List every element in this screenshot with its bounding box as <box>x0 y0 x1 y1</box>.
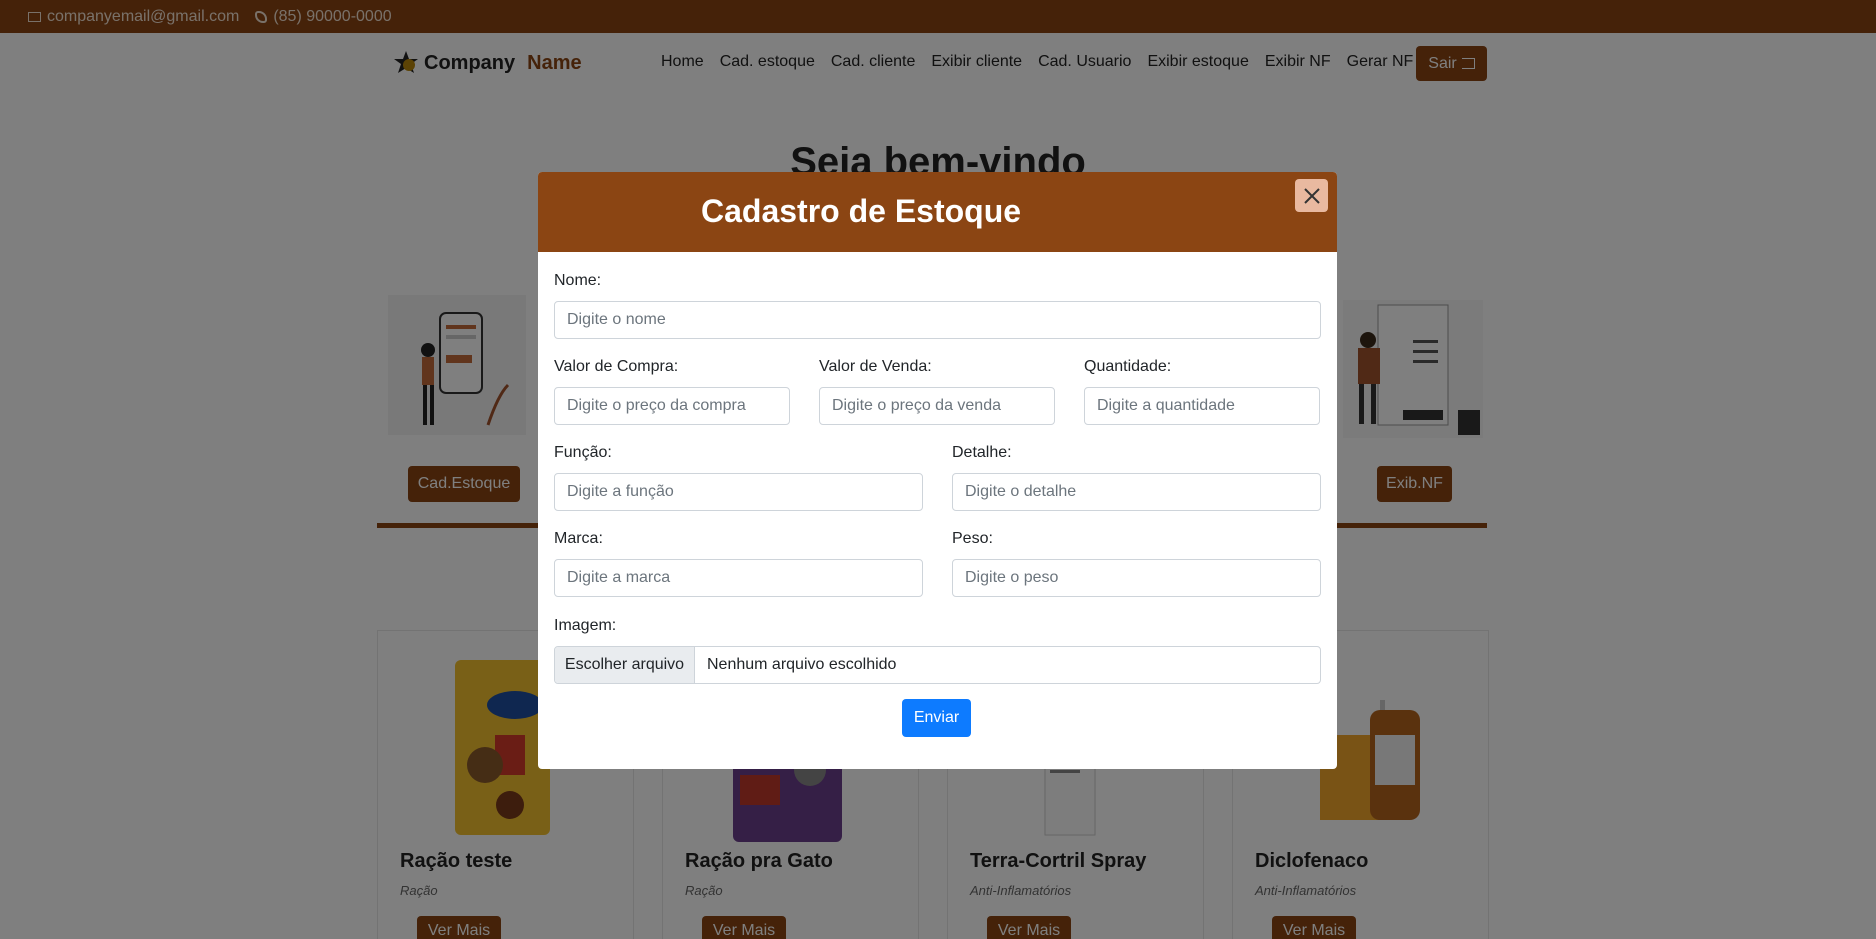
funcao-label: Função: <box>554 444 612 461</box>
close-icon <box>1303 187 1320 204</box>
quantidade-input[interactable] <box>1084 387 1320 425</box>
valor-venda-input[interactable] <box>819 387 1055 425</box>
detalhe-input[interactable] <box>952 473 1321 511</box>
peso-label: Peso: <box>952 530 993 547</box>
marca-input[interactable] <box>554 559 923 597</box>
peso-input[interactable] <box>952 559 1321 597</box>
close-button[interactable] <box>1295 179 1328 212</box>
marca-label: Marca: <box>554 530 603 547</box>
imagem-file-input[interactable]: Escolher arquivo Nenhum arquivo escolhid… <box>554 646 1321 684</box>
enviar-button[interactable]: Enviar <box>902 699 971 737</box>
imagem-label: Imagem: <box>554 617 617 634</box>
file-status: Nenhum arquivo escolhido <box>707 656 897 673</box>
quantidade-label: Quantidade: <box>1084 358 1172 375</box>
choose-file-button[interactable]: Escolher arquivo <box>555 647 695 683</box>
cadastro-estoque-modal: Cadastro de Estoque Nome: Valor de Compr… <box>538 172 1337 769</box>
modal-title: Cadastro de Estoque <box>701 193 1022 229</box>
modal-header: Cadastro de Estoque <box>538 172 1337 252</box>
valor-venda-label: Valor de Venda: <box>819 358 932 375</box>
detalhe-label: Detalhe: <box>952 444 1012 461</box>
valor-compra-label: Valor de Compra: <box>554 358 679 375</box>
funcao-input[interactable] <box>554 473 923 511</box>
nome-input[interactable] <box>554 301 1321 339</box>
valor-compra-input[interactable] <box>554 387 790 425</box>
nome-label: Nome: <box>554 272 602 289</box>
